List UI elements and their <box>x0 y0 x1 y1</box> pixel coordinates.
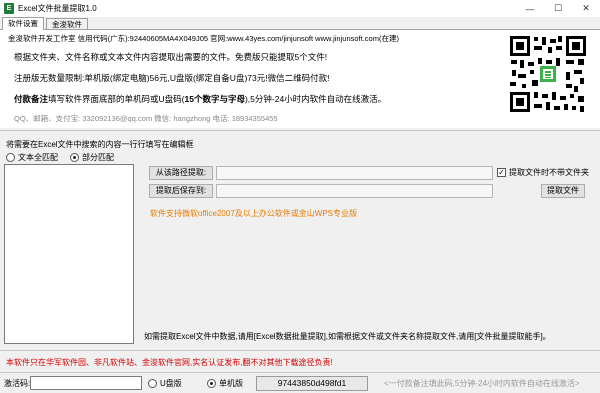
radio-partial-match[interactable]: 部分匹配 <box>70 152 114 163</box>
search-content-editor[interactable] <box>4 164 134 344</box>
info-panel: 金浚软件开发工作室 信用代码(广东):92440605MA4X049J05 官网… <box>0 29 600 128</box>
radio-usb-edition-label: U盘版 <box>160 379 182 388</box>
tab-settings[interactable]: 软件设置 <box>2 17 44 30</box>
title-bar: E Excel文件批量提取1.0 — ☐ ✕ <box>0 0 600 17</box>
radio-pc-edition-circle[interactable] <box>207 379 216 388</box>
editor-label: 将需要在Excel文件中搜索的内容一行行填写在编辑框 <box>6 140 194 149</box>
radio-full-match[interactable]: 文本全匹配 <box>6 152 58 163</box>
save-path-field[interactable] <box>216 184 493 198</box>
divider <box>0 130 600 131</box>
feature-text: 根据文件夹、文件名称或文本文件内容提取出需要的文件。免费版只能提取5个文件! <box>14 52 328 62</box>
contact-info: QQ、邮箱、支付宝: 332092136@qq.com 微信: hangzhon… <box>14 114 278 123</box>
radio-pc-edition-label: 单机版 <box>219 379 243 388</box>
payment-note: 付款备注填写软件界面底部的单机码或U盘码(15个数字与字母),5分钟-24小时内… <box>14 93 386 105</box>
no-folder-checkbox[interactable]: ✓ 提取文件时不带文件夹 <box>497 167 589 178</box>
payment-note-code: 15个数字与字母 <box>184 94 245 104</box>
divider <box>0 350 600 351</box>
activation-hint: <一付款备注填此码,5分钟-24小时内软件自动在线激活> <box>384 379 580 388</box>
radio-full-match-label: 文本全匹配 <box>18 153 58 162</box>
radio-partial-match-circle[interactable] <box>70 153 79 162</box>
radio-full-match-circle[interactable] <box>6 153 15 162</box>
radio-usb-edition[interactable]: U盘版 <box>148 378 182 389</box>
maximize-button[interactable]: ☐ <box>544 0 572 17</box>
payment-note-label: 付款备注 <box>14 94 49 104</box>
minimize-button[interactable]: — <box>516 0 544 17</box>
tool-recommendation: 如需提取Excel文件中数据,请用[Excel数据批量提取],如需根据文件或文件… <box>144 332 551 341</box>
no-folder-checkbox-box[interactable]: ✓ <box>497 168 506 177</box>
close-button[interactable]: ✕ <box>572 0 600 17</box>
support-notice: 软件支持微软office2007及以上办公软件或金山WPS专业版 <box>150 209 357 218</box>
source-path-field[interactable] <box>216 166 493 180</box>
radio-pc-edition[interactable]: 单机版 <box>207 378 243 389</box>
studio-info: 金浚软件开发工作室 信用代码(广东):92440605MA4X049J05 官网… <box>8 34 399 43</box>
machine-code-display: 97443850d498fd1 <box>256 376 368 391</box>
pricing-text: 注册版无数量限制:单机版(绑定电脑)56元,U盘版(绑定自备U盘)73元!微信二… <box>14 73 330 83</box>
extract-from-path-button[interactable]: 从该路径提取: <box>149 166 213 180</box>
payment-note-end: ),5分钟-24小时内软件自动在线激活。 <box>244 94 387 104</box>
excel-app-icon: E <box>4 3 14 14</box>
activation-code-input[interactable] <box>30 376 142 390</box>
save-to-button[interactable]: 提取后保存到: <box>149 184 213 198</box>
activation-code-label: 激活码: <box>4 379 31 388</box>
divider <box>0 372 600 373</box>
wechat-qr-code <box>508 34 588 114</box>
extract-files-button[interactable]: 提取文件 <box>541 184 585 198</box>
window-title: Excel文件批量提取1.0 <box>18 4 97 13</box>
distribution-warning: 本软件只在华军软件园、非凡软件站、金浚软件官网,实名认证发布,翻不对其他下载途径… <box>6 358 333 367</box>
payment-note-mid: 填写软件界面底部的单机码或U盘码( <box>48 94 185 104</box>
radio-partial-match-label: 部分匹配 <box>82 153 114 162</box>
radio-usb-edition-circle[interactable] <box>148 379 157 388</box>
no-folder-checkbox-label: 提取文件时不带文件夹 <box>509 168 589 177</box>
